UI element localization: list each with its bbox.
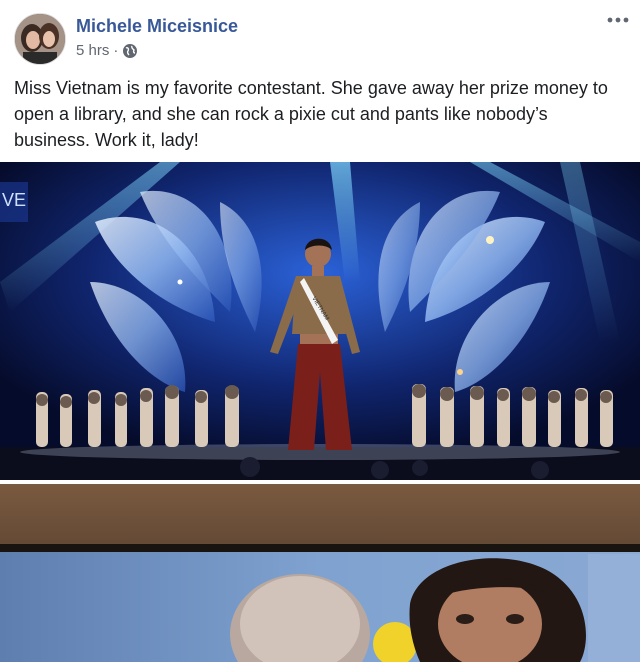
post-header: Michele Miceisnice 5 hrs · — [0, 0, 640, 70]
post-photo-stage[interactable]: VE VIETNAM — [0, 162, 640, 480]
post-caption: Miss Vietnam is my favorite contestant. … — [14, 78, 608, 150]
screen-text: VE — [2, 190, 26, 210]
avatar-image — [15, 14, 65, 64]
post-time[interactable]: 5 hrs — [76, 42, 109, 59]
more-options-icon[interactable] — [604, 10, 632, 30]
post-photo-tv[interactable] — [0, 484, 640, 662]
tv-photo-image — [0, 484, 640, 662]
globe-icon[interactable] — [122, 43, 138, 59]
author-name[interactable]: Michele Miceisnice — [76, 16, 238, 37]
meta-separator: · — [113, 42, 119, 59]
stage-photo-image: VE VIETNAM — [0, 162, 640, 480]
facebook-post: Michele Miceisnice 5 hrs · Miss Vietnam … — [0, 0, 640, 662]
author-avatar[interactable] — [14, 13, 66, 65]
post-meta: 5 hrs · — [76, 42, 138, 59]
